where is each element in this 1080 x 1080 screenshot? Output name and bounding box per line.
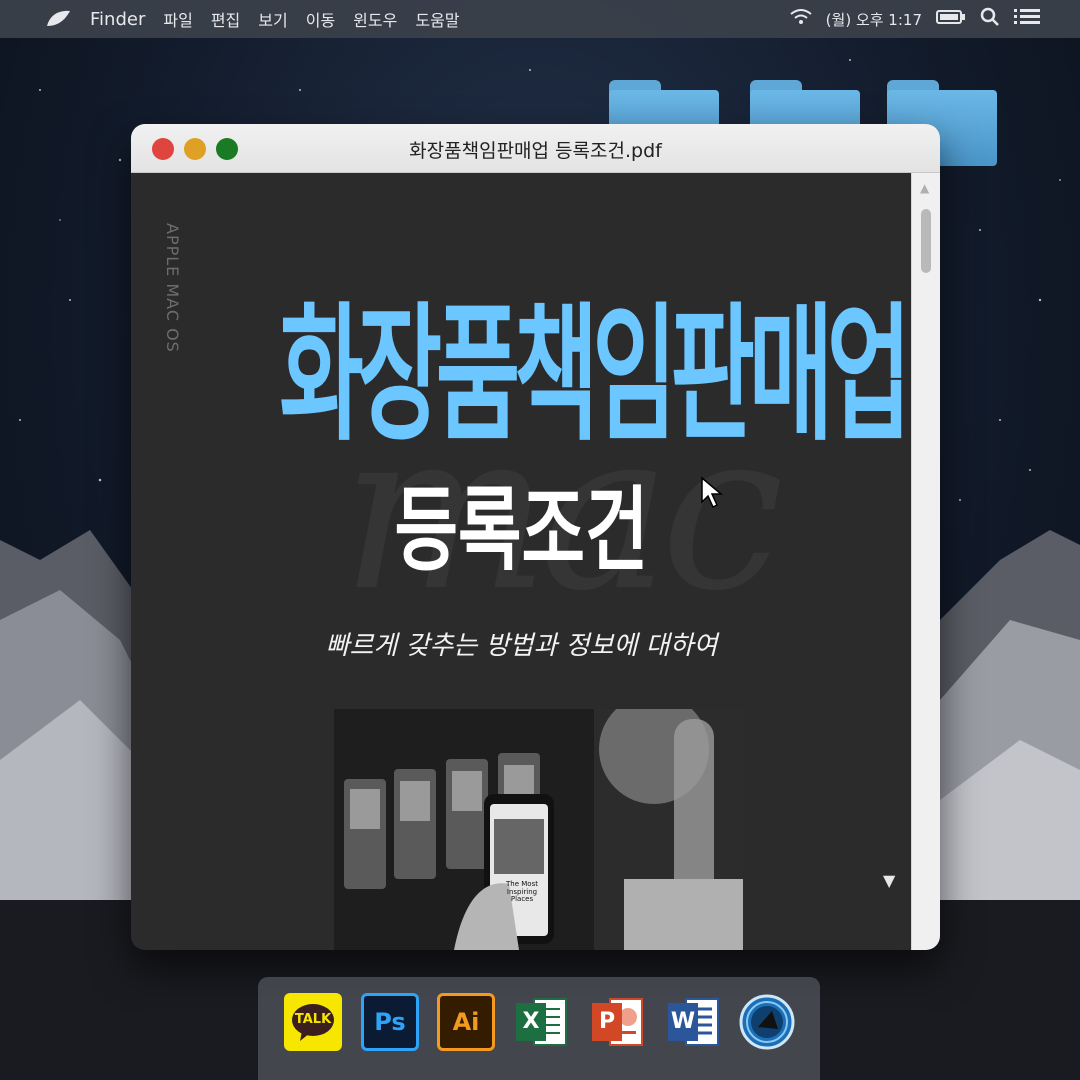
window-titlebar[interactable]: 화장품책임판매업 등록조건.pdf: [131, 124, 940, 173]
illustrator-app-icon[interactable]: Ai: [437, 993, 495, 1051]
photoshop-app-icon[interactable]: Ps: [361, 993, 419, 1051]
dock: TALK Ps Ai X P W: [258, 977, 820, 1080]
powerpoint-app-icon[interactable]: P: [588, 993, 646, 1051]
scrollbar-thumb[interactable]: [921, 209, 931, 273]
apple-logo-icon[interactable]: [44, 4, 74, 34]
menu-help[interactable]: 도움말: [415, 7, 459, 31]
battery-icon[interactable]: [936, 9, 966, 29]
wifi-icon[interactable]: [790, 9, 812, 29]
mouse-cursor-icon: [701, 476, 724, 509]
document-subheadline: 등록조건: [394, 477, 649, 584]
window-title: 화장품책임판매업 등록조건.pdf: [409, 140, 662, 162]
kakaotalk-app-icon[interactable]: TALK: [284, 993, 342, 1051]
photo-laptop-phone-illustration: [334, 709, 743, 950]
menu-edit[interactable]: 편집: [211, 7, 240, 31]
keynote-app-icon[interactable]: [738, 993, 796, 1051]
document-headline: 화장품책임판매업: [279, 289, 911, 461]
menu-bar: Finder 파일 편집 보기 이동 윈도우 도움말 (월) 오후 1:17: [0, 0, 1080, 38]
word-app-icon[interactable]: W: [664, 993, 722, 1051]
illustrator-label: Ai: [452, 1008, 480, 1036]
search-icon[interactable]: [980, 7, 1000, 31]
notification-list-icon[interactable]: [1014, 8, 1040, 30]
menu-window[interactable]: 윈도우: [353, 7, 397, 31]
document-content: APPLE MAC OS mac 화장품책임판매업 등록조건 빠르게 갖추는 방…: [131, 173, 912, 950]
word-label: W: [670, 1009, 696, 1034]
scroll-down-arrow-icon[interactable]: ▼: [883, 871, 895, 890]
menu-file[interactable]: 파일: [163, 7, 192, 31]
scroll-up-arrow-icon[interactable]: ▲: [920, 181, 929, 195]
powerpoint-label: P: [598, 1009, 616, 1034]
menu-go[interactable]: 이동: [306, 7, 335, 31]
photo-caption-text: The Most Inspiring Places: [506, 880, 538, 904]
menu-view[interactable]: 보기: [258, 7, 287, 31]
pdf-viewer-window: 화장품책임판매업 등록조건.pdf APPLE MAC OS mac 화장품책임…: [131, 124, 940, 950]
excel-app-icon[interactable]: X: [512, 993, 570, 1051]
excel-label: X: [522, 1009, 540, 1034]
photoshop-label: Ps: [374, 1008, 406, 1036]
vertical-scrollbar[interactable]: ▲: [911, 173, 940, 950]
document-photo: The Most Inspiring Places: [334, 709, 743, 950]
vertical-os-label: APPLE MAC OS: [163, 223, 182, 353]
document-caption: 빠르게 갖추는 방법과 정보에 대하여: [325, 631, 718, 661]
kakaotalk-label: TALK: [294, 1012, 332, 1027]
menu-clock[interactable]: (월) 오후 1:17: [826, 9, 922, 30]
menu-finder[interactable]: Finder: [90, 9, 145, 30]
